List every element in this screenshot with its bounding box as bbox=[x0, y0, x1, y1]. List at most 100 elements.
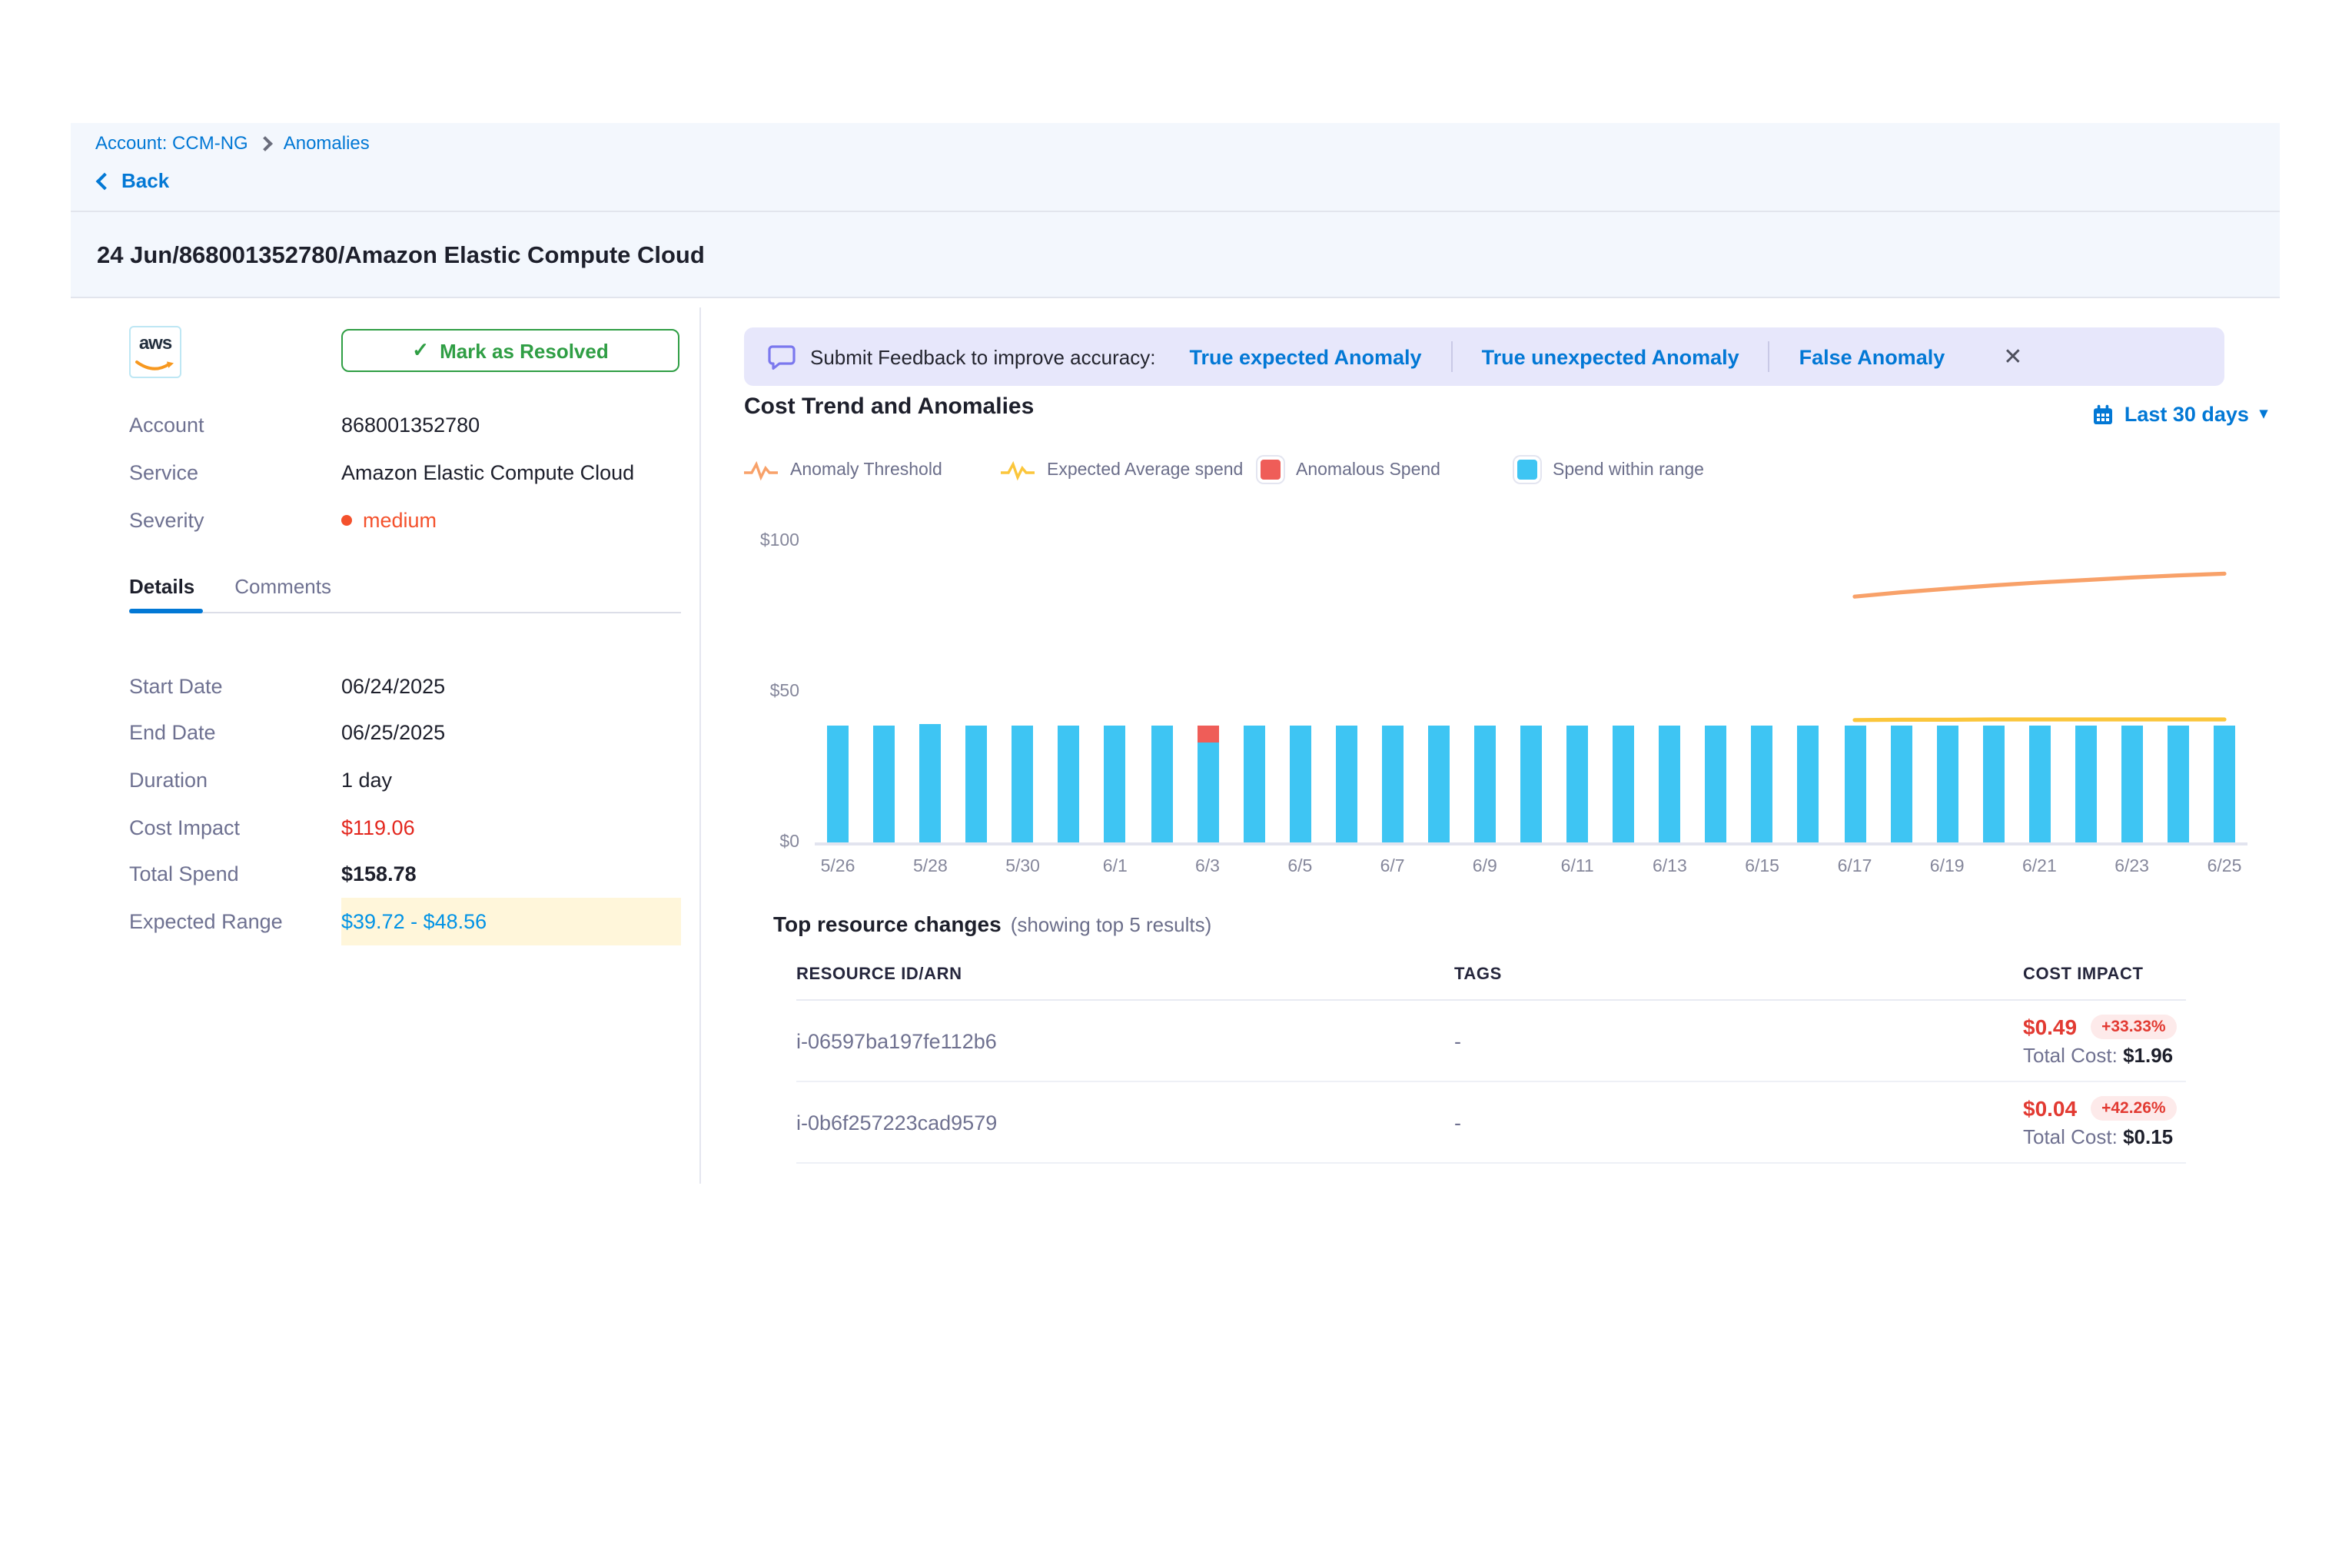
spend-bar[interactable] bbox=[1613, 726, 1634, 842]
spend-bar[interactable] bbox=[1659, 726, 1680, 842]
feedback-option[interactable]: False Anomaly bbox=[1799, 345, 1945, 368]
plot-area: 5/265/285/306/16/36/56/76/96/116/136/156… bbox=[815, 541, 2247, 845]
feedback-option-divider bbox=[1451, 341, 1453, 372]
spend-bar[interactable] bbox=[1752, 726, 1773, 842]
detail-value: $119.06 bbox=[341, 804, 681, 851]
breadcrumb-current[interactable]: Anomalies bbox=[284, 132, 370, 154]
spend-bar[interactable] bbox=[2214, 726, 2235, 842]
anomalous-spend-segment bbox=[1197, 726, 1218, 742]
legend-item[interactable]: Expected Average spend bbox=[1001, 457, 1257, 483]
summary-row: ServiceAmazon Elastic Compute Cloud bbox=[129, 449, 681, 497]
date-range-selector[interactable]: Last 30 days ▾ bbox=[2092, 403, 2267, 426]
close-icon[interactable]: ✕ bbox=[2003, 345, 2022, 368]
summary-label: Severity bbox=[129, 509, 341, 532]
spend-bar[interactable] bbox=[1058, 726, 1080, 842]
feedback-option[interactable]: True expected Anomaly bbox=[1189, 345, 1421, 368]
tab-details[interactable]: Details bbox=[129, 575, 194, 610]
x-axis-tick-label: 6/1 bbox=[1103, 858, 1128, 876]
within-range-segment bbox=[1151, 726, 1172, 842]
within-range-segment bbox=[1058, 726, 1080, 842]
detail-label: Cost Impact bbox=[129, 804, 341, 851]
legend-label: Expected Average spend bbox=[1047, 460, 1243, 479]
mark-as-resolved-button[interactable]: ✓ Mark as Resolved bbox=[341, 329, 679, 372]
severity-value: medium bbox=[363, 509, 437, 532]
spend-bar[interactable] bbox=[1890, 726, 1912, 842]
spend-bar[interactable] bbox=[919, 724, 941, 842]
spend-bar[interactable] bbox=[2028, 726, 2050, 842]
x-axis-tick-label: 5/30 bbox=[1005, 858, 1040, 876]
within-range-segment bbox=[2121, 726, 2143, 842]
spend-bar[interactable] bbox=[1151, 726, 1172, 842]
legend-item[interactable]: Spend within range bbox=[1514, 457, 1771, 483]
aws-logo-text: aws bbox=[131, 332, 180, 354]
chart-legend: Anomaly Threshold Expected Average spend A… bbox=[744, 457, 1771, 483]
within-range-segment bbox=[1982, 726, 2004, 842]
detail-row: Expected Range$39.72 - $48.56 bbox=[129, 898, 681, 945]
spend-bar[interactable] bbox=[1382, 726, 1404, 842]
legend-item[interactable]: Anomaly Threshold bbox=[744, 457, 1001, 483]
total-cost-line: Total Cost: $1.96 bbox=[2023, 1044, 2186, 1067]
legend-item[interactable]: Anomalous Spend bbox=[1257, 457, 1514, 483]
spend-bar[interactable] bbox=[2168, 726, 2189, 842]
x-axis-tick-label: 6/17 bbox=[1838, 858, 1872, 876]
spend-bar[interactable] bbox=[1566, 726, 1588, 842]
cost-impact-line: $0.49+33.33% bbox=[2023, 1015, 2186, 1039]
spend-bar[interactable] bbox=[1197, 726, 1218, 842]
within-range-segment bbox=[873, 726, 895, 842]
breadcrumb-account-link[interactable]: Account: CCM-NG bbox=[95, 132, 248, 154]
spend-bar[interactable] bbox=[1474, 726, 1496, 842]
spend-bar[interactable] bbox=[2121, 726, 2143, 842]
spend-bar[interactable] bbox=[1844, 726, 1865, 842]
resource-id: i-0b6f257223cad9579 bbox=[796, 1111, 1454, 1134]
spend-bar[interactable] bbox=[2075, 726, 2097, 842]
spend-bar[interactable] bbox=[965, 726, 987, 842]
column-header: COST IMPACT bbox=[2023, 965, 2186, 983]
spend-bar[interactable] bbox=[1798, 726, 1819, 842]
spend-bar[interactable] bbox=[1243, 726, 1264, 842]
x-axis-tick-label: 5/28 bbox=[913, 858, 948, 876]
summary-value: Amazon Elastic Compute Cloud bbox=[341, 461, 634, 484]
detail-value: $39.72 - $48.56 bbox=[341, 898, 681, 945]
summary-label: Service bbox=[129, 461, 341, 484]
within-range-segment bbox=[1197, 742, 1218, 842]
aws-smile-icon bbox=[135, 360, 175, 374]
resources-heading: Top resource changes(showing top 5 resul… bbox=[773, 912, 1211, 936]
spend-bar[interactable] bbox=[1105, 726, 1126, 842]
spend-bar[interactable] bbox=[1936, 726, 1958, 842]
total-cost-value: $1.96 bbox=[2123, 1044, 2173, 1067]
x-axis-tick-label: 6/5 bbox=[1287, 858, 1312, 876]
within-range-segment bbox=[1289, 726, 1311, 842]
within-range-segment bbox=[827, 726, 849, 842]
spend-bar[interactable] bbox=[1706, 726, 1727, 842]
spend-bar[interactable] bbox=[1012, 726, 1034, 842]
feedback-option[interactable]: True unexpected Anomaly bbox=[1482, 345, 1739, 368]
breadcrumb: Account: CCM-NG Anomalies bbox=[95, 132, 370, 154]
spend-bar[interactable] bbox=[873, 726, 895, 842]
total-cost-label: Total Cost: bbox=[2023, 1125, 2123, 1148]
spend-bar[interactable] bbox=[1428, 726, 1450, 842]
feedback-prompt: Submit Feedback to improve accuracy: bbox=[810, 345, 1155, 368]
summary-row: Severity medium bbox=[129, 497, 681, 544]
legend-square-icon bbox=[1514, 457, 1540, 483]
tabs-divider bbox=[129, 612, 681, 613]
spend-bar[interactable] bbox=[1982, 726, 2004, 842]
back-button[interactable]: Back bbox=[98, 169, 169, 192]
total-cost-line: Total Cost: $0.15 bbox=[2023, 1125, 2186, 1148]
spend-bar[interactable] bbox=[1520, 726, 1542, 842]
detail-row: Total Spend$158.78 bbox=[129, 851, 681, 898]
table-body: i-06597ba197fe112b6-$0.49+33.33%Total Co… bbox=[796, 1001, 2186, 1164]
within-range-segment bbox=[1566, 726, 1588, 842]
within-range-segment bbox=[1798, 726, 1819, 842]
x-axis-tick-label: 6/23 bbox=[2114, 858, 2149, 876]
spend-bar[interactable] bbox=[1335, 726, 1357, 842]
spend-bar[interactable] bbox=[827, 726, 849, 842]
resource-tags: - bbox=[1454, 1029, 2023, 1052]
tab-comments[interactable]: Comments bbox=[234, 575, 331, 610]
spend-bar[interactable] bbox=[1289, 726, 1311, 842]
feedback-option-divider bbox=[1769, 341, 1770, 372]
x-axis-tick-label: 6/15 bbox=[1745, 858, 1779, 876]
anomaly-detail-page: Account: CCM-NG Anomalies Back 24 Jun/86… bbox=[0, 0, 2352, 1568]
within-range-segment bbox=[919, 724, 941, 842]
detail-label: Start Date bbox=[129, 663, 341, 709]
cost-impact-value: $0.04 bbox=[2023, 1096, 2077, 1121]
